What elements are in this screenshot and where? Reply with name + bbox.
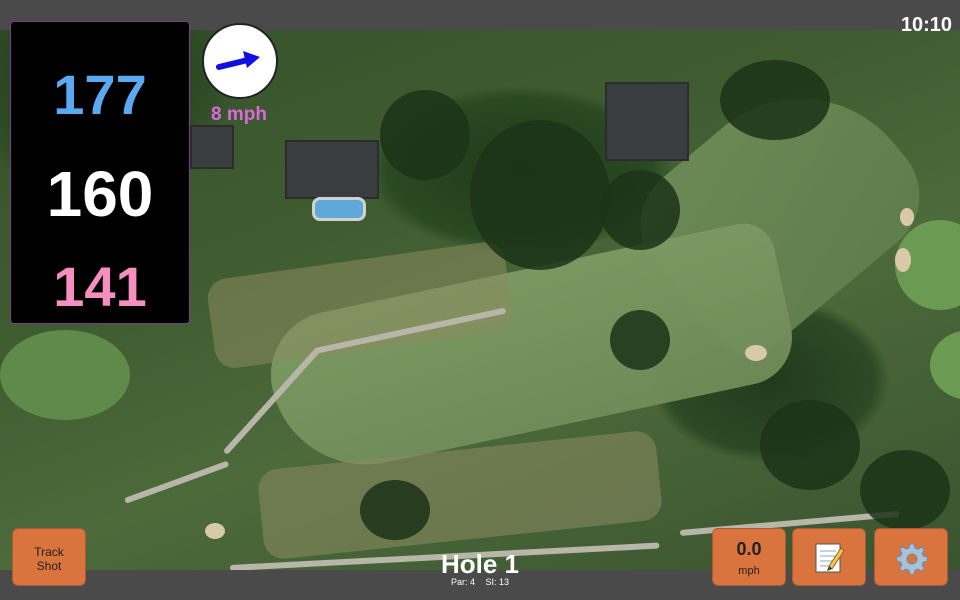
wind-direction-arrow-icon <box>216 51 260 70</box>
house <box>285 140 379 199</box>
tree <box>610 310 670 370</box>
hole-par: Par: 4 <box>450 577 475 587</box>
tree <box>720 60 830 140</box>
tree <box>360 480 430 540</box>
house <box>190 125 234 169</box>
hole-stroke-index: SI: 13 <box>485 577 510 587</box>
track-shot-label-line1: Track <box>34 545 64 559</box>
notes-button[interactable] <box>792 528 866 586</box>
bunker <box>745 345 767 361</box>
green <box>0 330 130 420</box>
track-shot-button[interactable]: Track Shot <box>12 528 86 586</box>
bunker <box>895 248 911 272</box>
wind-speed: 8 mph <box>211 104 267 125</box>
back-yardage: 177 <box>53 63 147 126</box>
center-yardage: 160 <box>46 158 154 230</box>
hole-title: Hole 1 <box>440 549 520 579</box>
speed-value: 0.0 <box>736 539 762 559</box>
tree <box>470 120 610 270</box>
tree <box>760 400 860 490</box>
pool <box>312 197 366 221</box>
track-shot-label-line2: Shot <box>36 559 62 573</box>
tree <box>380 90 470 180</box>
gear-icon <box>896 543 928 574</box>
yardage-panel: 177 160 141 <box>10 21 190 324</box>
speed-button[interactable]: 0.0 mph <box>712 528 786 586</box>
bunker <box>900 208 914 226</box>
cart-path <box>123 460 230 504</box>
settings-button[interactable] <box>874 528 948 586</box>
wind-indicator <box>202 23 278 99</box>
clock: 10:10 <box>900 14 952 36</box>
tree <box>860 450 950 530</box>
front-yardage: 141 <box>53 255 147 318</box>
notepad-icon <box>815 543 845 573</box>
bunker <box>205 523 225 539</box>
hole-info: Par: 4 SI: 13 <box>380 577 580 587</box>
house <box>605 82 689 161</box>
tree <box>600 170 680 250</box>
green <box>930 330 960 400</box>
speed-unit: mph <box>738 565 760 577</box>
